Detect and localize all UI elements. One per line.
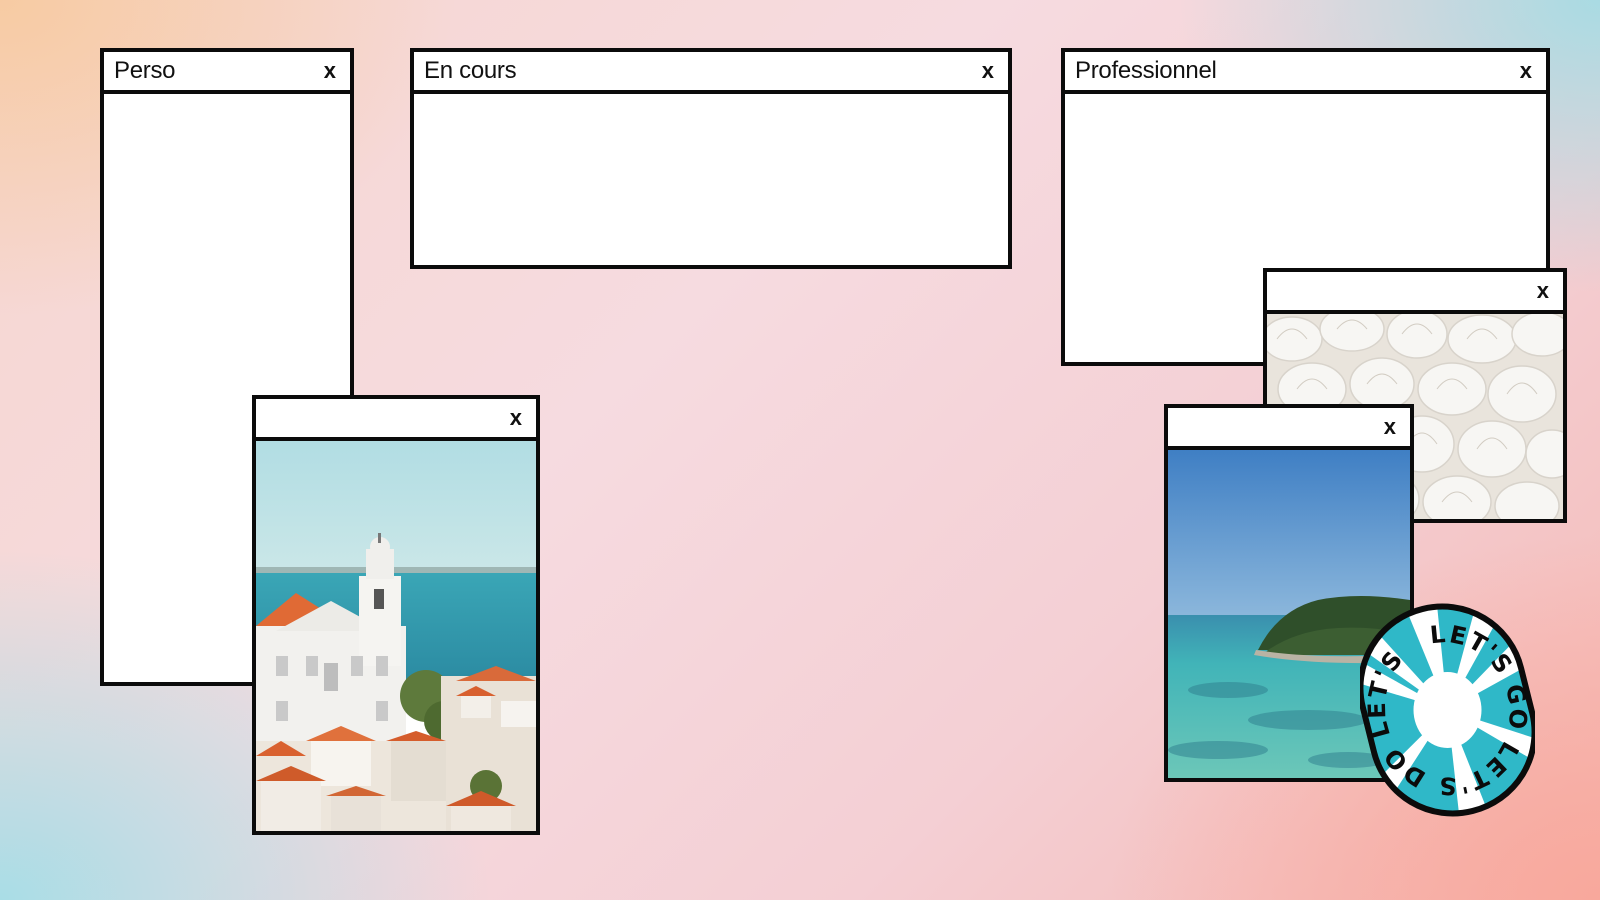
window-en-cours[interactable]: En cours x [410,48,1012,269]
window-island-photo-close-icon[interactable]: x [1380,414,1400,440]
lisbon-photo [256,441,536,831]
window-en-cours-close-icon[interactable]: x [978,58,998,84]
lets-go-sticker-svg: LET'S GO LET'S DO LET'S [1360,600,1535,820]
lets-go-sticker: LET'S GO LET'S DO LET'S [1360,600,1535,820]
window-perso-titlebar[interactable]: Perso x [104,52,350,94]
window-en-cours-titlebar[interactable]: En cours x [414,52,1008,94]
window-professionnel-titlebar[interactable]: Professionnel x [1065,52,1546,94]
window-perso-close-icon[interactable]: x [320,58,340,84]
window-lisbon-photo-titlebar[interactable]: x [256,399,536,441]
window-en-cours-title: En cours [424,57,517,84]
window-shells-photo-close-icon[interactable]: x [1533,278,1553,304]
lisbon-church-image [256,441,536,831]
window-lisbon-photo-close-icon[interactable]: x [506,405,526,431]
window-island-photo-titlebar[interactable]: x [1168,408,1410,450]
window-professionnel-title: Professionnel [1075,57,1217,84]
window-lisbon-photo[interactable]: x [252,395,540,835]
window-professionnel-close-icon[interactable]: x [1516,58,1536,84]
window-perso-title: Perso [114,57,176,84]
window-shells-photo-titlebar[interactable]: x [1267,272,1563,314]
